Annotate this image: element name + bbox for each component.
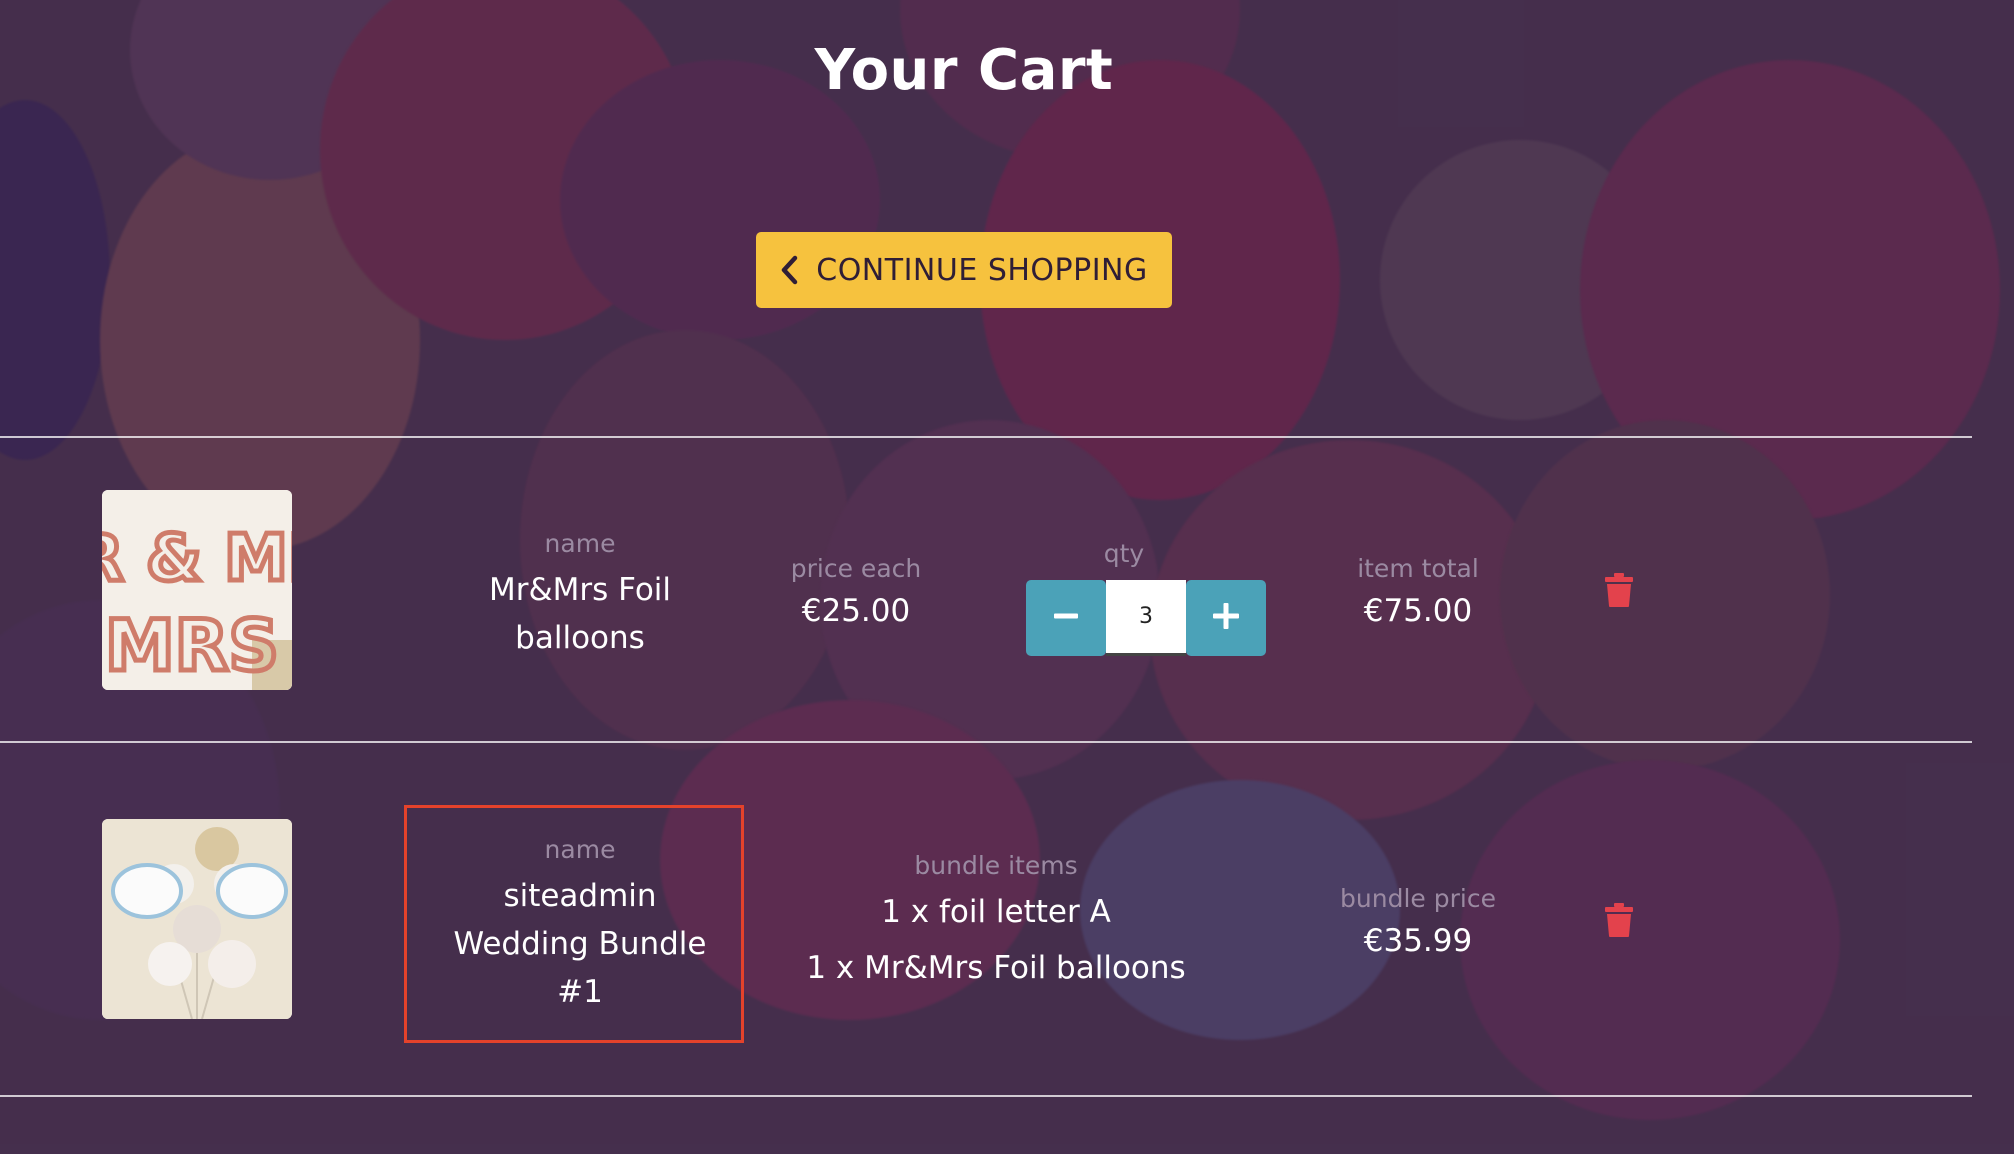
plus-icon [1211, 601, 1241, 635]
delete-bundle-button[interactable] [1604, 902, 1634, 938]
highlight-box [404, 805, 744, 1043]
item-total: €75.00 [1363, 593, 1473, 629]
cart-page: Your Cart CONTINUE SHOPPING MR & MRS MRS… [0, 0, 2014, 1154]
trash-icon [1604, 903, 1634, 942]
divider [0, 741, 1972, 743]
bundle-items-cell: bundle items 1 x foil letter A 1 x Mr&Mr… [790, 850, 1202, 992]
decrement-button[interactable] [1026, 580, 1106, 656]
bundle-price-cell: bundle price €35.99 [1318, 883, 1518, 965]
delete-item-button[interactable] [1604, 572, 1634, 608]
bundle-image[interactable] [102, 819, 292, 1019]
bundle-item: 1 x Mr&Mrs Foil balloons [806, 950, 1186, 986]
trash-icon [1604, 573, 1634, 612]
increment-button[interactable] [1186, 580, 1266, 656]
bundle-item: 1 x foil letter A [881, 894, 1111, 930]
page-title: Your Cart [814, 38, 1114, 103]
divider [0, 1095, 1972, 1097]
chevron-left-icon [780, 255, 798, 285]
bundle-price: €35.99 [1363, 923, 1473, 959]
item-price: €25.00 [801, 593, 911, 629]
svg-text:MRS: MRS [105, 605, 279, 687]
qty-label: qty [1103, 539, 1145, 568]
bundle-items-label: bundle items [914, 851, 1078, 880]
item-total-label: item total [1357, 554, 1479, 583]
item-name-line-1: Mr&Mrs Foil [488, 572, 672, 608]
bundle-price-label: bundle price [1340, 884, 1496, 913]
continue-shopping-button[interactable]: CONTINUE SHOPPING [756, 232, 1172, 308]
item-name-cell: name Mr&Mrs Foil balloons [430, 528, 730, 662]
item-price-cell: price each €25.00 [756, 553, 956, 635]
qty-label-cell: qty [1044, 538, 1204, 570]
item-name-line-2: balloons [515, 620, 645, 656]
divider [0, 436, 1972, 438]
minus-icon [1052, 602, 1080, 634]
price-each-label: price each [790, 554, 922, 583]
product-image[interactable]: MR & MRS MRS [102, 490, 292, 690]
continue-shopping-label: CONTINUE SHOPPING [816, 252, 1148, 288]
item-total-cell: item total €75.00 [1318, 553, 1518, 635]
quantity-stepper [1026, 580, 1266, 656]
product-image-lettering: MR & MRS [102, 522, 292, 596]
quantity-input[interactable] [1106, 580, 1186, 656]
name-label: name [544, 529, 616, 558]
